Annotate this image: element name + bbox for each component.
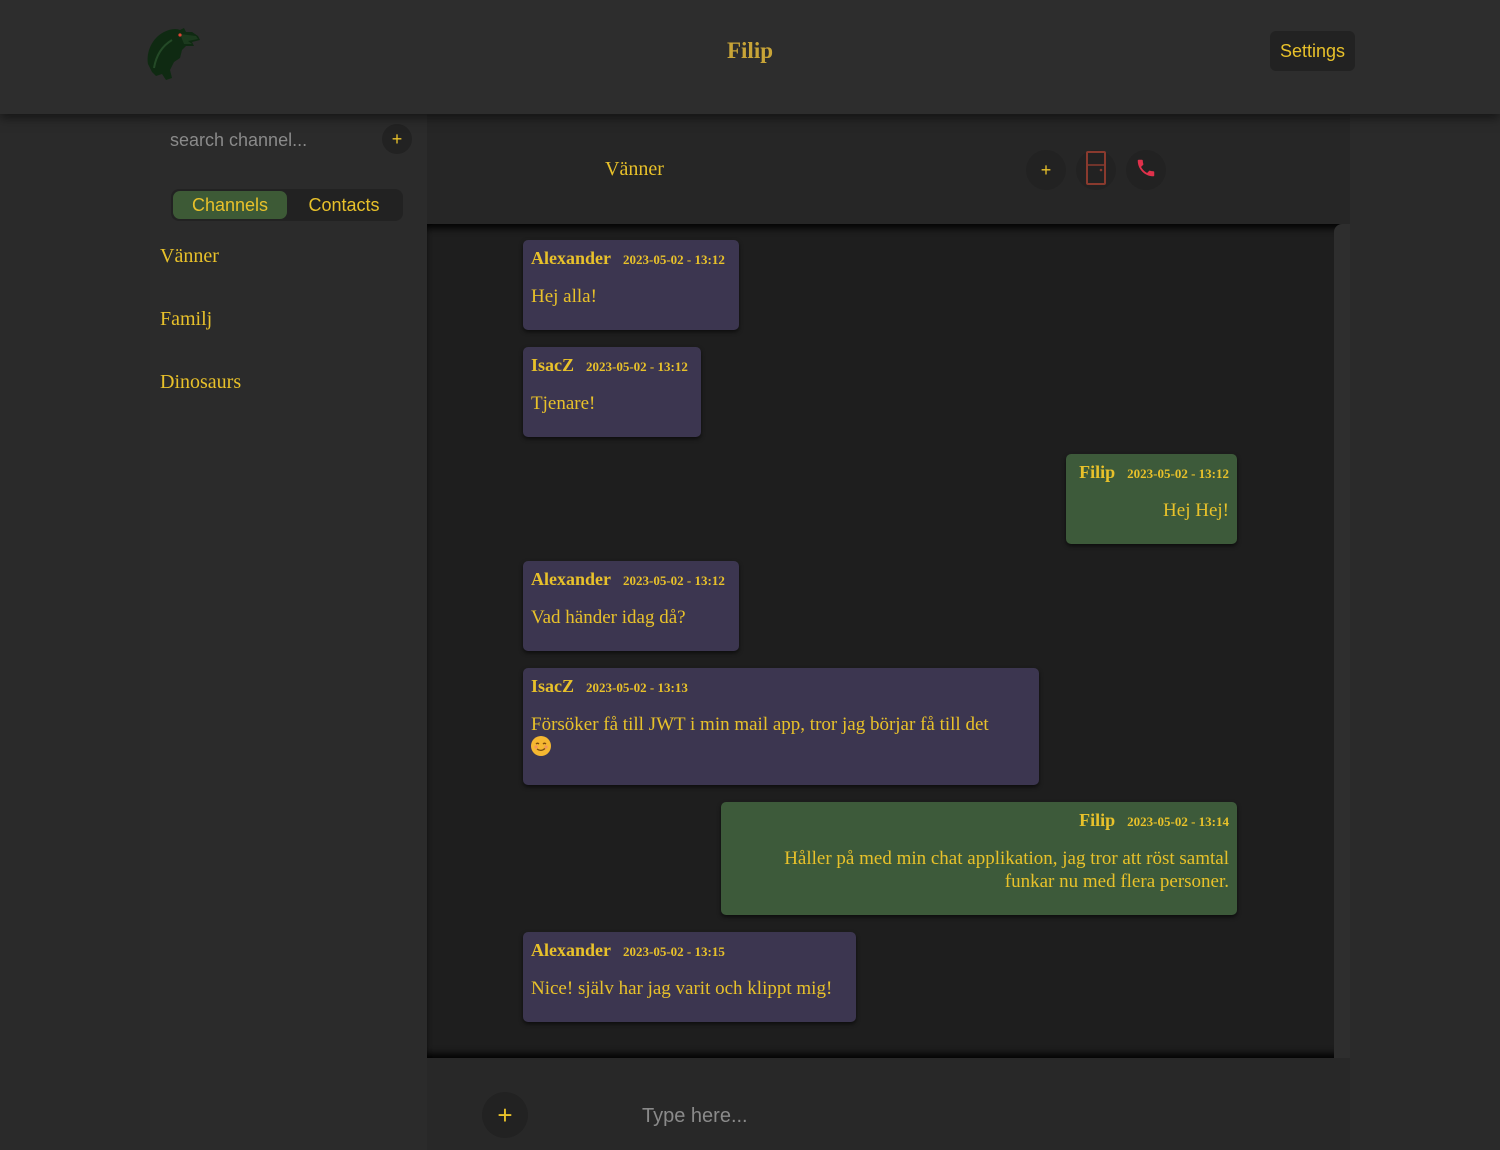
message-author: Alexander <box>531 569 611 589</box>
settings-button[interactable]: Settings <box>1270 31 1355 71</box>
message-bubble: IsacZ 2023-05-02 - 13:12 Tjenare! <box>523 347 701 437</box>
channel-item-dinosaurs[interactable]: Dinosaurs <box>160 370 241 433</box>
message-author: Filip <box>1079 462 1116 482</box>
message-timestamp: 2023-05-02 - 13:12 <box>623 252 725 267</box>
message-text: Nice! själv har jag varit och klippt mig… <box>531 978 833 999</box>
message-bubble: Alexander 2023-05-02 - 13:12 Hej alla! <box>523 240 739 330</box>
message-bubble-own: Filip 2023-05-02 - 13:14 Håller på med mi… <box>721 802 1237 915</box>
message-bubble: IsacZ 2023-05-02 - 13:13 Försöker få till… <box>523 668 1039 785</box>
channel-item-vanner[interactable]: Vänner <box>160 244 241 307</box>
message-composer: + <box>427 1058 1350 1150</box>
phone-icon <box>1135 157 1157 184</box>
add-member-button[interactable]: + <box>1026 150 1066 190</box>
message-list: Alexander 2023-05-02 - 13:12 Hej alla! Is… <box>427 224 1350 1058</box>
message-timestamp: 2023-05-02 - 13:12 <box>1127 466 1229 481</box>
message-input[interactable] <box>642 1100 1242 1132</box>
message-timestamp: 2023-05-02 - 13:14 <box>1127 814 1229 829</box>
message-timestamp: 2023-05-02 - 13:12 <box>623 573 725 588</box>
message-timestamp: 2023-05-02 - 13:15 <box>623 944 725 959</box>
channel-item-familj[interactable]: Familj <box>160 307 241 370</box>
message-list-scrollbar[interactable] <box>1334 224 1350 1058</box>
message-bubble: Alexander 2023-05-02 - 13:12 Vad händer i… <box>523 561 739 651</box>
attach-button[interactable]: + <box>482 1092 528 1138</box>
message-author: IsacZ <box>531 676 575 696</box>
tab-channels[interactable]: Channels <box>173 191 287 219</box>
add-channel-button[interactable]: + <box>382 124 412 154</box>
message-timestamp: 2023-05-02 - 13:12 <box>586 359 688 374</box>
message-bubble: Alexander 2023-05-02 - 13:15 Nice! själv … <box>523 932 856 1022</box>
message-timestamp: 2023-05-02 - 13:13 <box>586 680 688 695</box>
message-text: Vad händer idag då? <box>531 607 686 628</box>
message-text: Tjenare! <box>531 393 596 414</box>
message-author: IsacZ <box>531 355 575 375</box>
door-icon <box>1085 150 1107 190</box>
chat-header: Vänner + <box>427 114 1350 224</box>
call-button[interactable] <box>1126 150 1166 190</box>
message-bubble-own: Filip 2023-05-02 - 13:12 Hej Hej! <box>1066 454 1237 544</box>
chat-title: Vänner <box>605 158 664 180</box>
message-author: Alexander <box>531 940 611 960</box>
message-text: Håller på med min chat applikation, jag … <box>784 848 1229 892</box>
message-author: Filip <box>1079 810 1116 830</box>
message-text: Hej alla! <box>531 286 597 307</box>
relieved-face-emoji-icon <box>531 736 551 756</box>
message-text: Hej Hej! <box>1163 500 1229 521</box>
channel-list: Vänner Familj Dinosaurs <box>160 244 241 433</box>
channel-search-input[interactable] <box>170 124 370 156</box>
sidebar-tabs: Channels Contacts <box>171 189 403 221</box>
message-text-content: Försöker få till JWT i min mail app, tro… <box>531 714 989 735</box>
sidebar: + Channels Contacts Vänner Familj Dinosa… <box>150 114 427 1150</box>
tab-contacts[interactable]: Contacts <box>287 191 401 219</box>
message-text: Försöker få till JWT i min mail app, tro… <box>531 713 1031 759</box>
message-author: Alexander <box>531 248 611 268</box>
top-bar: Filip Settings <box>0 0 1500 114</box>
leave-channel-button[interactable] <box>1076 150 1116 190</box>
